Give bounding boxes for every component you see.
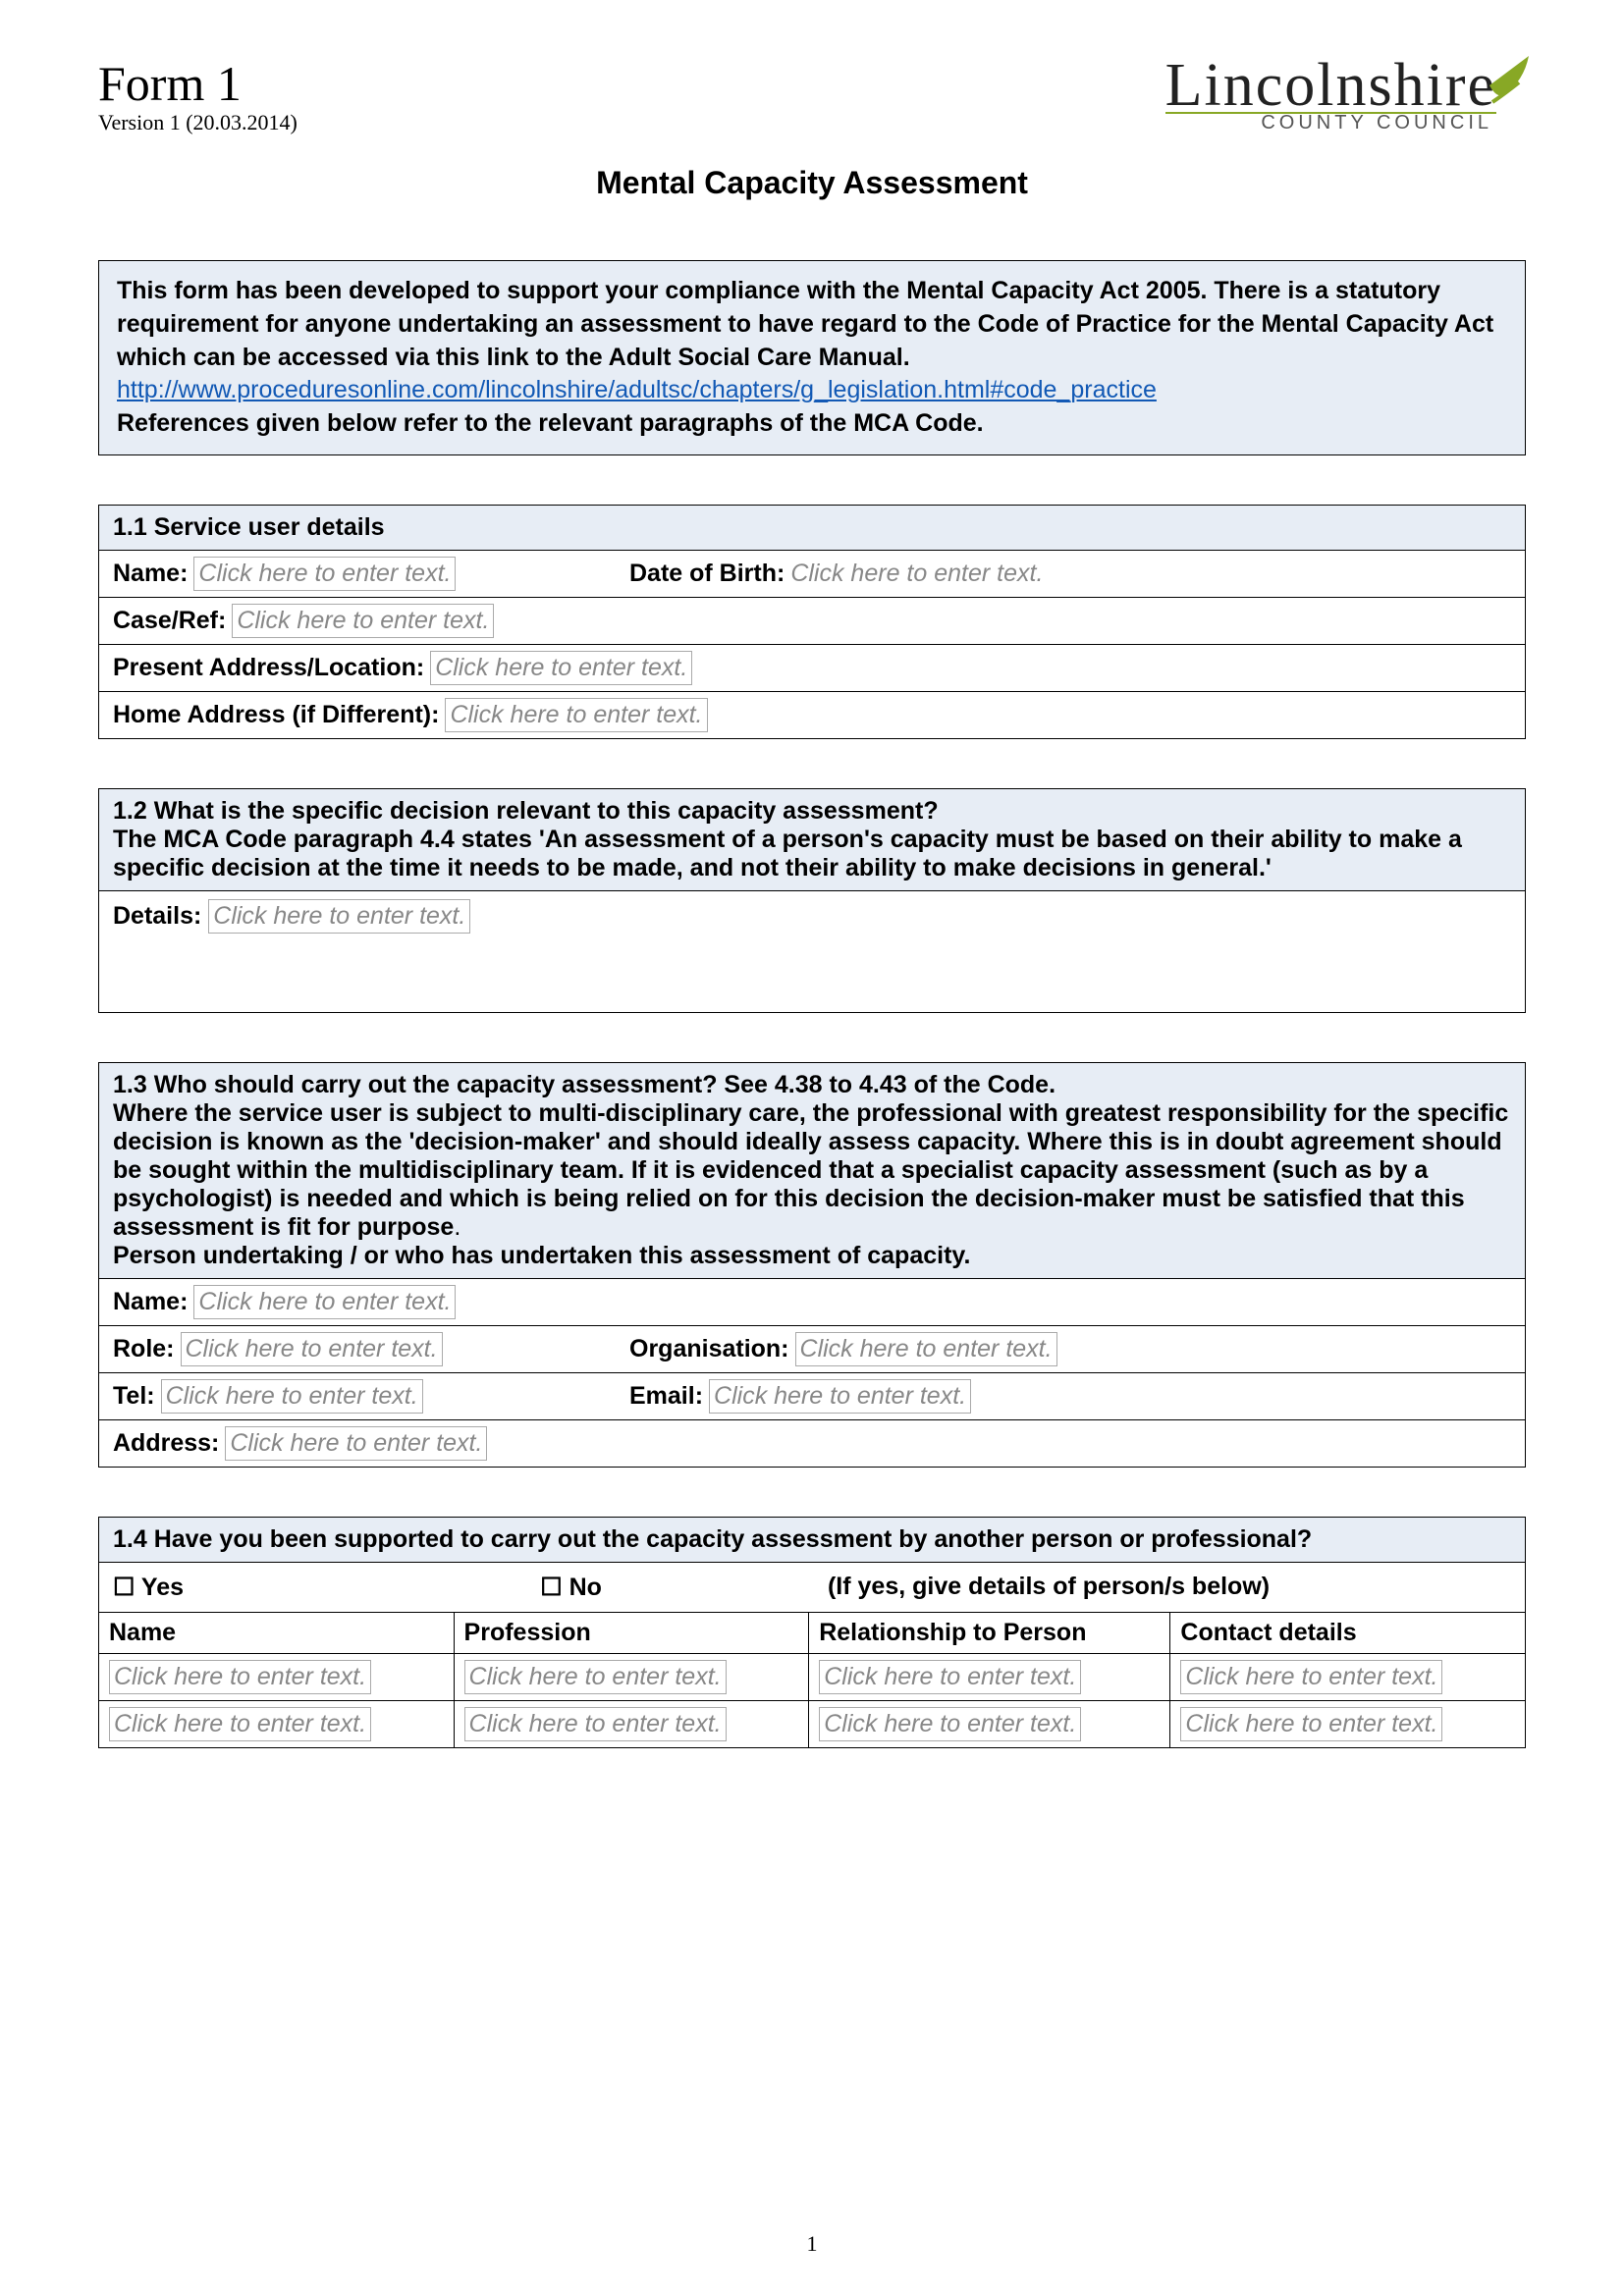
r2-contact-field[interactable]: Click here to enter text.	[1180, 1707, 1442, 1741]
home-address-field[interactable]: Click here to enter text.	[445, 698, 707, 732]
leaf-icon	[1485, 51, 1534, 110]
section-1-3: 1.3 Who should carry out the capacity as…	[98, 1062, 1526, 1468]
r2-profession-field[interactable]: Click here to enter text.	[464, 1707, 727, 1741]
yes-checkbox[interactable]: ☐	[113, 1573, 135, 1602]
col-relationship: Relationship to Person	[809, 1613, 1170, 1654]
assessor-address-label: Address:	[113, 1429, 219, 1458]
dob-label: Date of Birth:	[629, 560, 785, 588]
intro-box: This form has been developed to support …	[98, 260, 1526, 455]
tel-field[interactable]: Click here to enter text.	[161, 1379, 423, 1414]
assessor-name-label: Name:	[113, 1288, 188, 1316]
form-number: Form 1	[98, 59, 298, 108]
section-1-1-heading: 1.1 Service user details	[99, 506, 1525, 551]
page-number: 1	[0, 2231, 1624, 2257]
section-1-4-heading: 1.4 Have you been supported to carry out…	[99, 1518, 1525, 1563]
section-1-2: 1.2 What is the specific decision releva…	[98, 788, 1526, 1013]
role-field[interactable]: Click here to enter text.	[181, 1332, 443, 1366]
name-field[interactable]: Click here to enter text.	[193, 557, 456, 591]
r1-profession-field[interactable]: Click here to enter text.	[464, 1660, 727, 1694]
dob-field[interactable]: Click here to enter text.	[790, 560, 1043, 588]
caseref-field[interactable]: Click here to enter text.	[232, 604, 494, 638]
tel-label: Tel:	[113, 1382, 155, 1411]
support-table: Name Profession Relationship to Person C…	[99, 1613, 1525, 1747]
intro-p2: References given below refer to the rele…	[117, 409, 984, 437]
section-1-2-heading: 1.2 What is the specific decision releva…	[99, 789, 1525, 891]
intro-link[interactable]: http://www.proceduresonline.com/lincolns…	[117, 376, 1157, 403]
form-id-block: Form 1 Version 1 (20.03.2014)	[98, 59, 298, 135]
details-label: Details:	[113, 902, 201, 930]
yes-label: Yes	[141, 1574, 184, 1601]
table-row: Click here to enter text. Click here to …	[99, 1653, 1525, 1700]
yes-hint: (If yes, give details of person/s below)	[828, 1573, 1511, 1602]
r1-contact-field[interactable]: Click here to enter text.	[1180, 1660, 1442, 1694]
email-label: Email:	[629, 1382, 703, 1411]
caseref-label: Case/Ref:	[113, 607, 226, 635]
no-checkbox[interactable]: ☐	[540, 1573, 562, 1602]
role-label: Role:	[113, 1335, 175, 1363]
col-profession: Profession	[454, 1613, 809, 1654]
assessor-address-field[interactable]: Click here to enter text.	[225, 1426, 487, 1461]
intro-p1: This form has been developed to support …	[117, 277, 1493, 371]
r2-name-field[interactable]: Click here to enter text.	[109, 1707, 371, 1741]
page-header: Form 1 Version 1 (20.03.2014) Lincolnshi…	[98, 59, 1526, 135]
present-address-field[interactable]: Click here to enter text.	[430, 651, 692, 685]
name-label: Name:	[113, 560, 188, 588]
r1-name-field[interactable]: Click here to enter text.	[109, 1660, 371, 1694]
details-field[interactable]: Click here to enter text.	[208, 899, 470, 934]
section-1-4: 1.4 Have you been supported to carry out…	[98, 1517, 1526, 1748]
assessor-name-field[interactable]: Click here to enter text.	[193, 1285, 456, 1319]
r1-relationship-field[interactable]: Click here to enter text.	[819, 1660, 1081, 1694]
page-title: Mental Capacity Assessment	[98, 165, 1526, 201]
col-contact: Contact details	[1170, 1613, 1525, 1654]
organisation-field[interactable]: Click here to enter text.	[795, 1332, 1057, 1366]
present-address-label: Present Address/Location:	[113, 654, 424, 682]
organisation-label: Organisation:	[629, 1335, 789, 1363]
r2-relationship-field[interactable]: Click here to enter text.	[819, 1707, 1081, 1741]
col-name: Name	[99, 1613, 454, 1654]
logo: Lincolnshire COUNTY COUNCIL	[1165, 59, 1526, 134]
logo-wordmark: Lincolnshire	[1165, 59, 1526, 114]
form-version: Version 1 (20.03.2014)	[98, 110, 298, 135]
home-address-label: Home Address (if Different):	[113, 701, 439, 729]
table-row: Click here to enter text. Click here to …	[99, 1700, 1525, 1747]
email-field[interactable]: Click here to enter text.	[709, 1379, 971, 1414]
no-label: No	[569, 1574, 602, 1601]
section-1-3-heading: 1.3 Who should carry out the capacity as…	[99, 1063, 1525, 1279]
section-1-1: 1.1 Service user details Name: Click her…	[98, 505, 1526, 739]
